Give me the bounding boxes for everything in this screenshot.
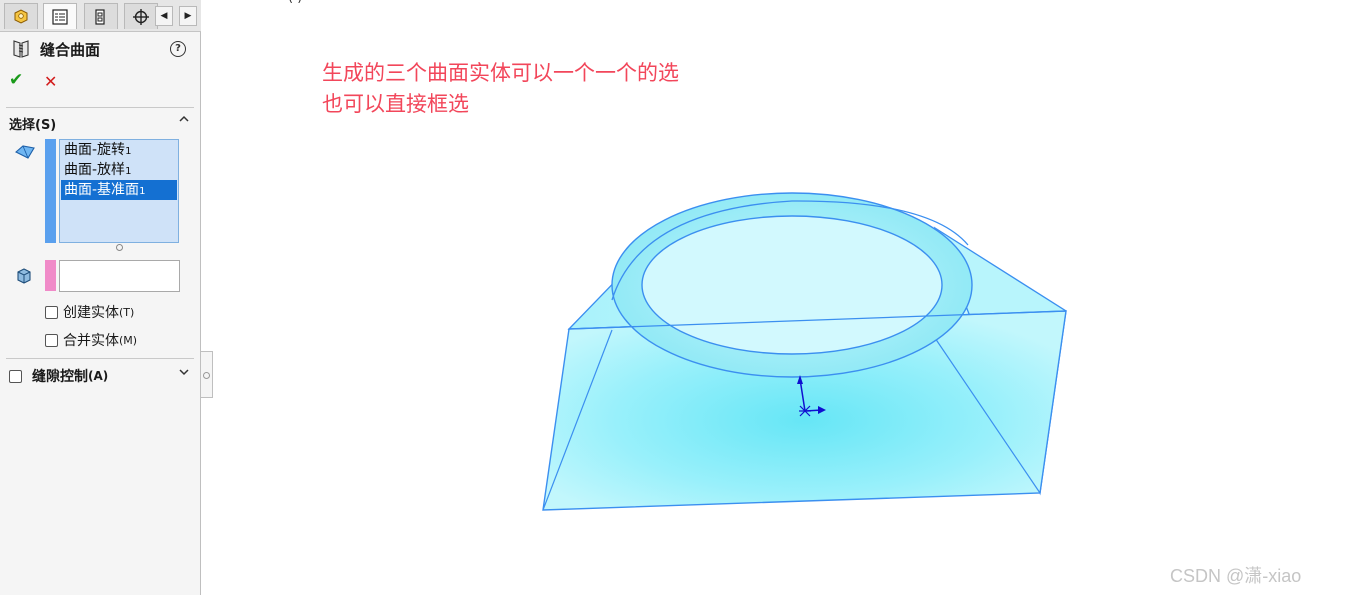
watermark: CSDN @潇-xiao [1170,566,1302,586]
surface-revolve-inner [641,215,943,355]
graphics-viewport[interactable] [0,0,1348,595]
knit-surface-model[interactable] [542,192,1067,511]
